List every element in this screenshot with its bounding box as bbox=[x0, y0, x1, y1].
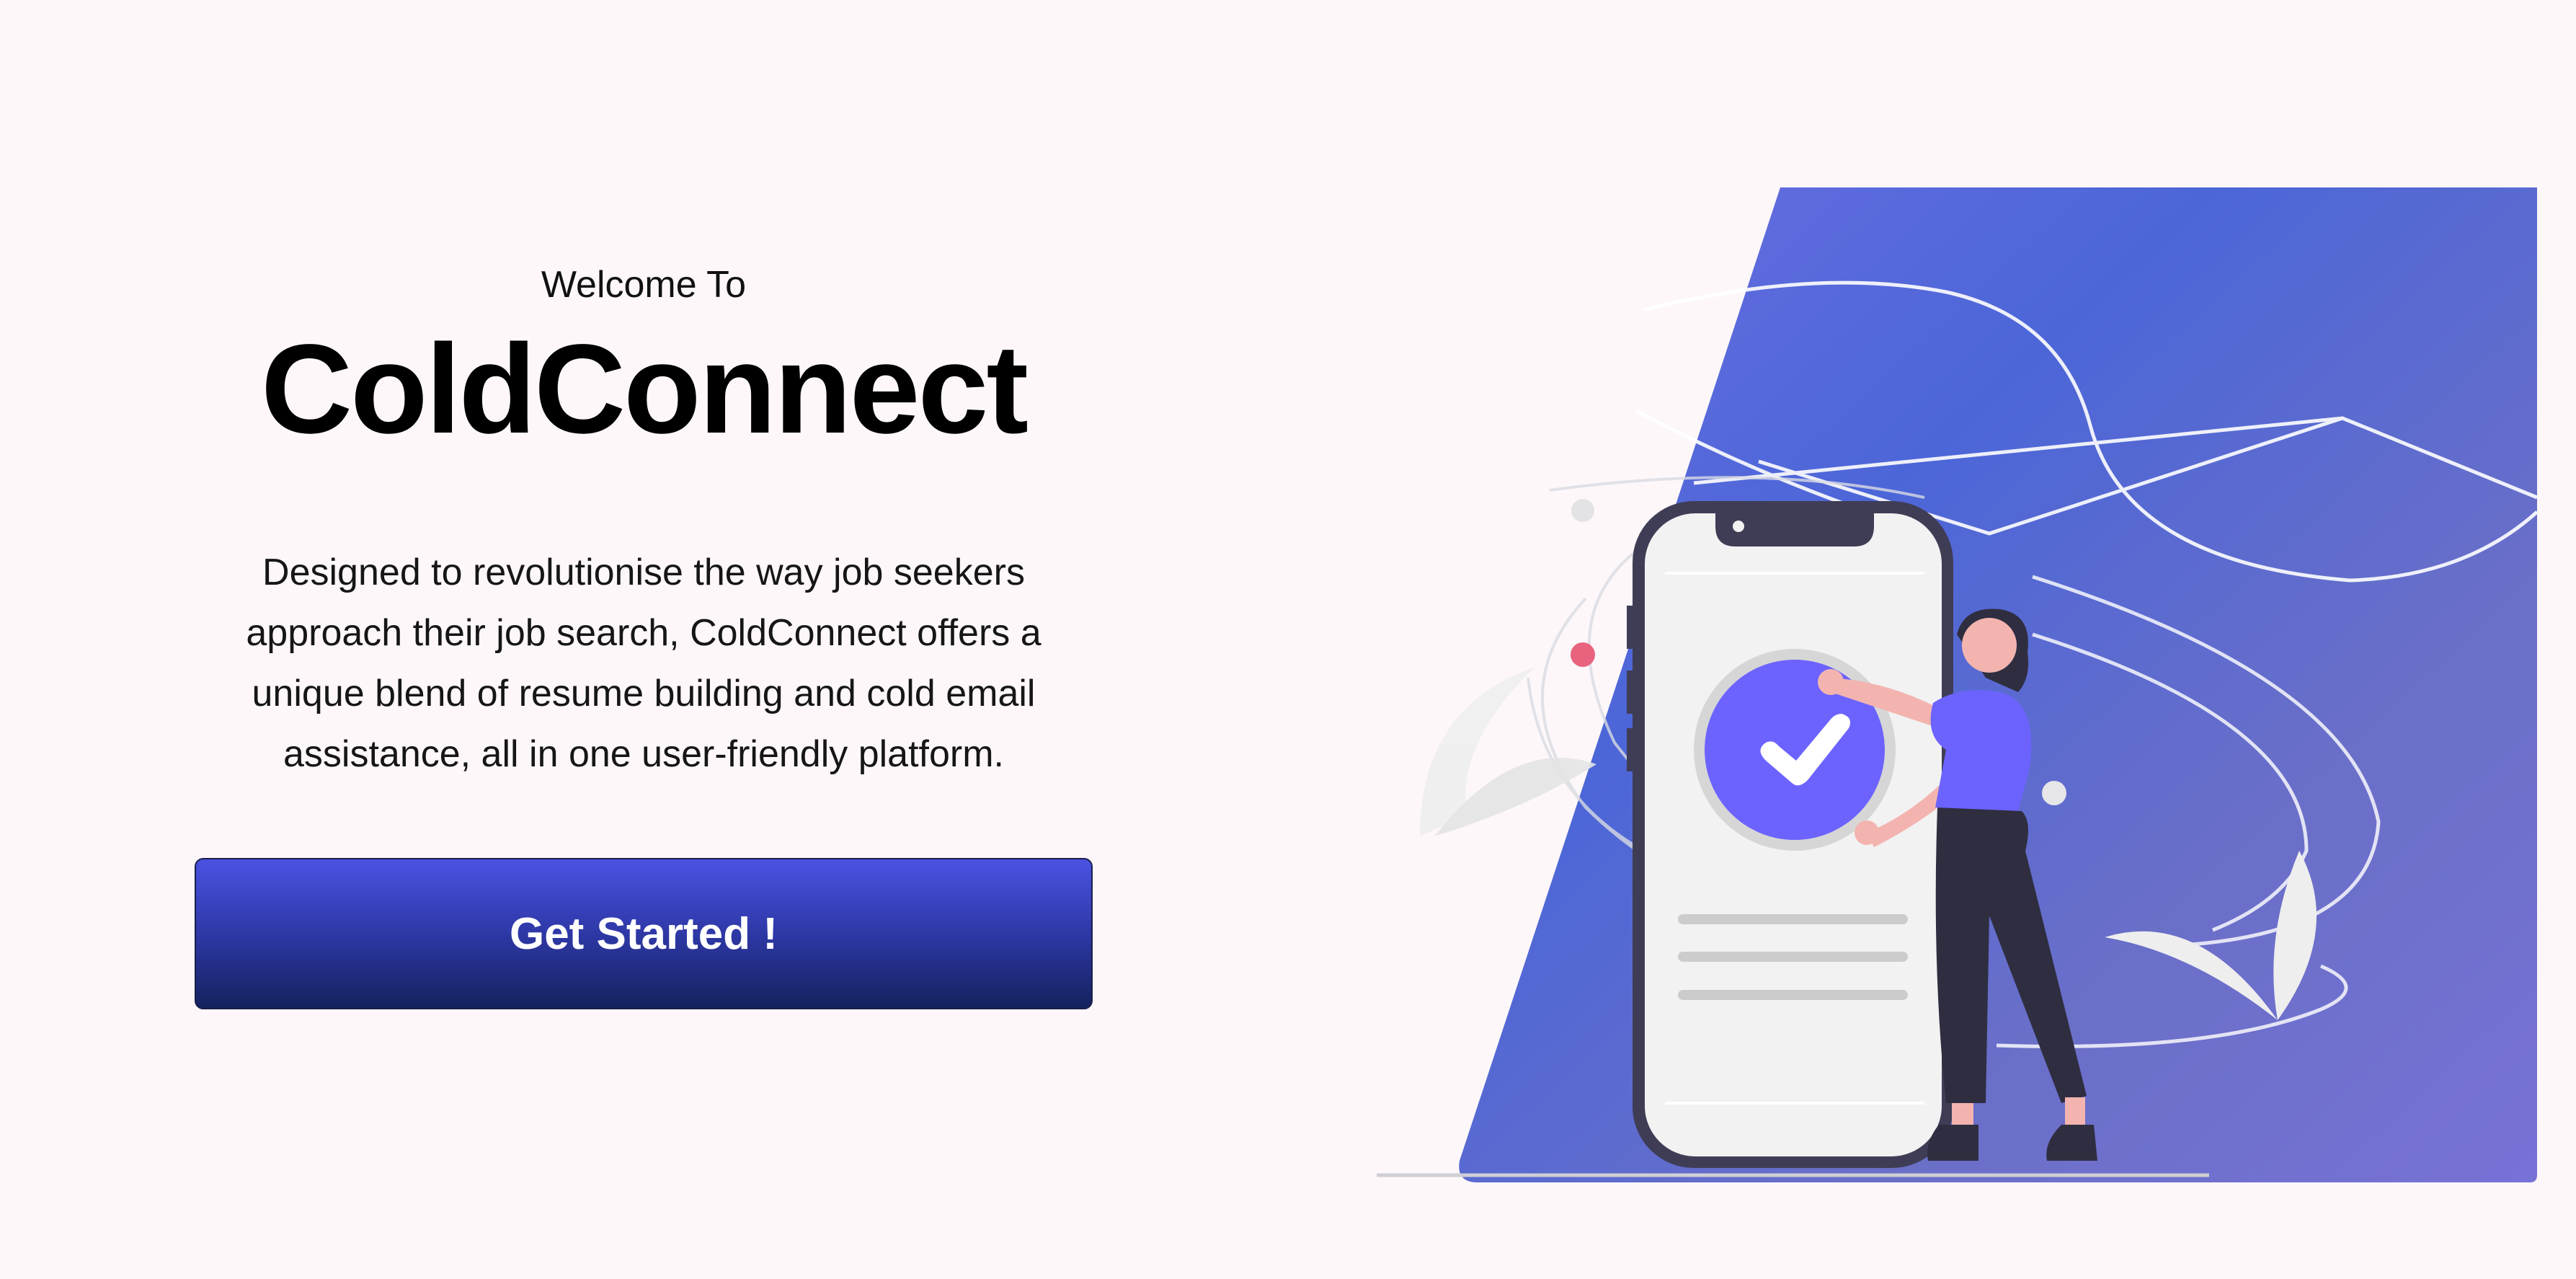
app-title: ColdConnect bbox=[260, 319, 1029, 460]
dot-grey bbox=[1571, 499, 1594, 522]
get-started-button[interactable]: Get Started ! bbox=[195, 858, 1093, 1009]
welcome-text: Welcome To bbox=[541, 264, 747, 306]
hero-section: Welcome To ColdConnect Designed to revol… bbox=[195, 260, 1093, 1009]
dot-white bbox=[2042, 781, 2066, 805]
checkmark-icon bbox=[1694, 649, 1896, 851]
hero-illustration bbox=[1377, 187, 2539, 1182]
leaf-icon bbox=[1420, 667, 1596, 836]
dot-pink bbox=[1571, 642, 1595, 667]
hero-description: Designed to revolutionise the way job se… bbox=[246, 552, 1041, 775]
background-shape bbox=[1459, 187, 2537, 1182]
